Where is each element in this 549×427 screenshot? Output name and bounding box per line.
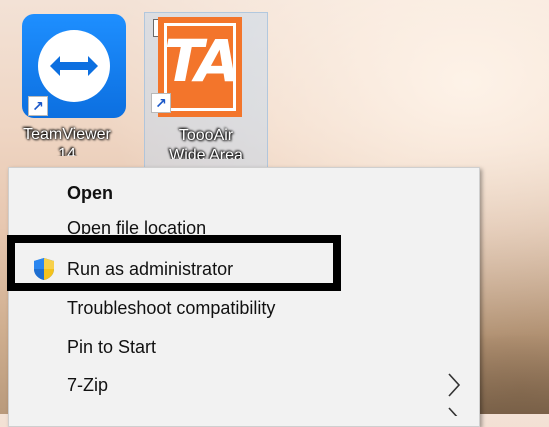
menu-item-label: 7-Zip <box>67 374 109 395</box>
menu-item-open-file-location[interactable]: Open file location <box>9 212 479 234</box>
menu-item-7zip[interactable]: 7-Zip <box>9 366 479 404</box>
menu-item-pin-to-start[interactable]: Pin to Start <box>9 328 479 366</box>
desktop-icon-toooair[interactable]: ✓ TA ↗ ToooAir Wide Area <box>144 12 268 172</box>
menu-item-troubleshoot-compatibility[interactable]: Troubleshoot compatibility <box>9 289 479 327</box>
desktop-icon-label-line2: 14 <box>58 146 76 156</box>
menu-item-label: Troubleshoot compatibility <box>67 297 276 318</box>
chevron-right-icon <box>448 373 461 397</box>
desktop-icon-label: ToooAir <box>178 127 234 144</box>
annotation-highlight-box <box>7 235 341 291</box>
chevron-right-icon <box>447 406 461 416</box>
menu-item-label: Pin to Start <box>67 336 157 357</box>
desktop-icon-label: TeamViewer <box>23 126 111 143</box>
shortcut-arrow-icon: ↗ <box>28 96 48 116</box>
toooair-tile-text: TA <box>164 27 240 95</box>
context-menu: Open Open file location Run as administr… <box>8 167 480 427</box>
menu-item-label: Open file location <box>67 218 207 234</box>
menu-item-open[interactable]: Open <box>9 174 479 212</box>
shortcut-arrow-icon: ↗ <box>151 93 171 113</box>
menu-item-label: Open <box>67 182 114 203</box>
desktop-icon-label-line2: Wide Area <box>169 147 243 159</box>
